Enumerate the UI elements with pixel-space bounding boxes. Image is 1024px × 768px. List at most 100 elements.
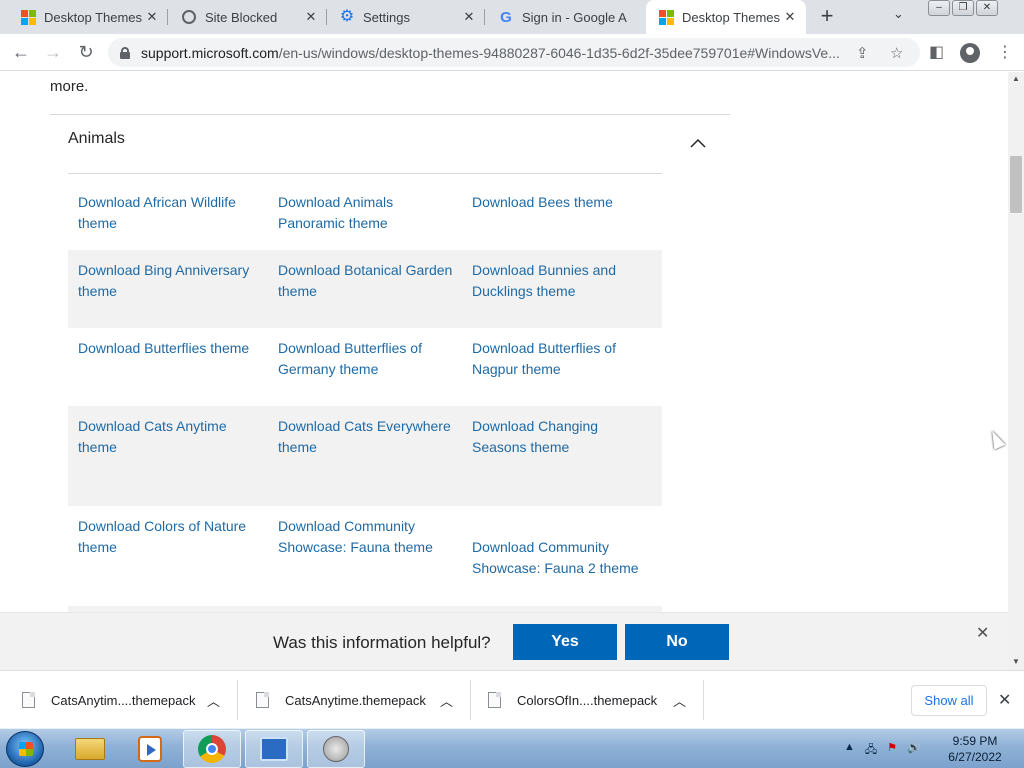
close-tab-icon[interactable]: ✕ <box>142 9 162 25</box>
minimize-button[interactable]: – <box>928 0 950 16</box>
download-filename: CatsAnytime.themepack <box>285 692 426 708</box>
windows-taskbar: ▲ 🖧 ⚑ 🔊 9:59 PM 6/27/2022 <box>0 728 1024 768</box>
theme-download-link[interactable]: Download Bees theme <box>472 192 652 213</box>
tab-desktop-themes-1[interactable]: Desktop Themes ✕ <box>8 0 168 34</box>
reload-icon[interactable]: ↻ <box>73 40 99 66</box>
close-tab-icon[interactable]: ✕ <box>301 9 321 25</box>
chevron-up-icon[interactable] <box>690 136 706 152</box>
back-arrow-icon[interactable]: ← <box>8 40 34 66</box>
download-item[interactable]: CatsAnytime.themepack <box>256 671 426 729</box>
new-tab-button[interactable]: + <box>814 4 840 30</box>
chrome-icon[interactable] <box>183 730 241 768</box>
close-tab-icon[interactable]: ✕ <box>780 9 800 25</box>
download-item[interactable]: ColorsOfIn....themepack <box>488 671 657 729</box>
tab-title: Settings <box>363 9 410 25</box>
file-icon <box>488 692 501 708</box>
clock-date: 6/27/2022 <box>948 750 1002 764</box>
feedback-no-button[interactable]: No <box>625 624 729 660</box>
feedback-bar: Was this information helpful? Yes No ✕ <box>0 612 1008 670</box>
tab-search-chevron-icon[interactable]: ⌄ <box>893 6 904 22</box>
start-button[interactable] <box>6 731 44 767</box>
theme-download-link[interactable]: Download Butterflies theme <box>78 338 258 359</box>
theme-download-link[interactable]: Download Changing Seasons theme <box>472 416 652 458</box>
tab-title: Sign in - Google A <box>522 9 627 25</box>
theme-download-link[interactable]: Download Butterflies of Nagpur theme <box>472 338 652 380</box>
scrollbar-thumb[interactable] <box>1010 156 1022 213</box>
intro-text-tail: more. <box>50 78 89 95</box>
accordion-header-animals[interactable]: Animals <box>68 130 125 148</box>
divider <box>470 680 471 720</box>
browser-toolbar: ← → ↻ support.microsoft.com/en-us/window… <box>0 34 1024 71</box>
feedback-yes-button[interactable]: Yes <box>513 624 617 660</box>
show-hidden-icons-icon[interactable]: ▲ <box>844 741 855 760</box>
theme-download-link[interactable]: Download Cats Everywhere theme <box>278 416 458 458</box>
window-controls: – ❐ ✕ <box>928 0 998 16</box>
download-bar: CatsAnytim....themepack ︿ CatsAnytime.th… <box>0 670 1024 728</box>
globe-icon <box>181 9 197 25</box>
gear-icon: ⚙ <box>339 8 355 25</box>
divider <box>50 114 730 115</box>
menu-kebab-icon[interactable]: ⋮ <box>997 42 1013 62</box>
media-player-icon[interactable] <box>121 730 179 768</box>
show-all-downloads-button[interactable]: Show all <box>911 685 987 716</box>
windows-explorer-icon[interactable] <box>61 730 119 768</box>
theme-download-link[interactable]: Download Bing Anniversary theme <box>78 260 258 302</box>
page-scrollbar[interactable]: ▲ ▼ <box>1008 72 1024 670</box>
url-text[interactable]: support.microsoft.com/en-us/windows/desk… <box>141 45 843 61</box>
tab-settings[interactable]: ⚙ Settings ✕ <box>327 0 485 34</box>
tab-desktop-themes-active[interactable]: Desktop Themes ✕ <box>646 0 806 34</box>
system-tray: ▲ 🖧 ⚑ 🔊 <box>844 741 921 760</box>
close-tab-icon[interactable]: ✕ <box>459 9 479 25</box>
tab-title: Desktop Themes <box>682 9 780 25</box>
scroll-down-arrow-icon[interactable]: ▼ <box>1012 657 1020 666</box>
restore-button[interactable]: ❐ <box>952 0 974 16</box>
forward-arrow-icon[interactable]: → <box>40 40 66 66</box>
theme-download-link[interactable]: Download Cats Anytime theme <box>78 416 258 458</box>
browser-tab-strip: Desktop Themes ✕ Site Blocked ✕ ⚙ Settin… <box>0 0 1024 34</box>
bookmark-star-icon[interactable]: ☆ <box>890 44 903 62</box>
download-filename: ColorsOfIn....themepack <box>517 692 658 708</box>
tab-title: Desktop Themes <box>44 9 142 25</box>
file-icon <box>256 692 269 708</box>
microsoft-logo-icon <box>658 9 674 25</box>
tab-google-sign-in[interactable]: G Sign in - Google A <box>486 0 644 34</box>
lock-icon[interactable] <box>120 46 130 59</box>
taskbar-clock[interactable]: 9:59 PM 6/27/2022 <box>940 733 1010 765</box>
theme-download-link[interactable]: Download Community Showcase: Fauna theme <box>278 516 458 558</box>
feedback-question: Was this information helpful? <box>273 633 491 652</box>
theme-download-link[interactable]: Download Butterflies of Germany theme <box>278 338 458 380</box>
theme-download-link[interactable]: Download Botanical Garden theme <box>278 260 458 302</box>
control-panel-icon[interactable] <box>245 730 303 768</box>
theme-download-link[interactable]: Download Bunnies and Ducklings theme <box>472 260 652 302</box>
address-bar[interactable]: support.microsoft.com/en-us/windows/desk… <box>108 38 920 67</box>
divider <box>237 680 238 720</box>
theme-download-link[interactable]: Download Community Showcase: Fauna 2 the… <box>472 537 652 579</box>
file-icon <box>22 692 35 708</box>
profile-avatar-icon[interactable] <box>960 43 980 63</box>
speaker-app-icon[interactable] <box>307 730 365 768</box>
volume-icon[interactable]: 🔊 <box>907 741 921 760</box>
tab-site-blocked[interactable]: Site Blocked ✕ <box>169 0 327 34</box>
chevron-up-icon[interactable]: ︿ <box>673 691 686 710</box>
theme-download-link[interactable]: Download Colors of Nature theme <box>78 516 258 558</box>
side-panel-icon[interactable]: ◧ <box>929 42 944 62</box>
close-icon[interactable]: ✕ <box>976 623 989 643</box>
theme-download-link[interactable]: Download African Wildlife theme <box>78 192 258 234</box>
scroll-up-arrow-icon[interactable]: ▲ <box>1012 74 1020 83</box>
chevron-up-icon[interactable]: ︿ <box>440 691 453 710</box>
page-viewport: more. Animals Download African Wildlife … <box>0 72 1008 612</box>
url-path: /en-us/windows/desktop-themes-94880287-6… <box>278 44 840 61</box>
close-icon[interactable]: ✕ <box>998 690 1011 710</box>
action-center-flag-icon[interactable]: ⚑ <box>887 741 897 760</box>
theme-link-grid: Download African Wildlife theme Download… <box>68 182 662 612</box>
close-window-button[interactable]: ✕ <box>976 0 998 16</box>
chevron-up-icon[interactable]: ︿ <box>207 691 220 710</box>
theme-download-link[interactable]: Download Animals Panoramic theme <box>278 192 458 234</box>
table-row: Download Butterflies theme Download Butt… <box>68 328 662 406</box>
google-icon: G <box>500 8 512 26</box>
network-icon[interactable]: 🖧 <box>865 741 877 760</box>
divider <box>703 680 704 720</box>
share-icon[interactable]: ⇪ <box>856 44 869 62</box>
download-filename: CatsAnytim....themepack <box>51 692 196 708</box>
download-item[interactable]: CatsAnytim....themepack <box>22 671 196 729</box>
